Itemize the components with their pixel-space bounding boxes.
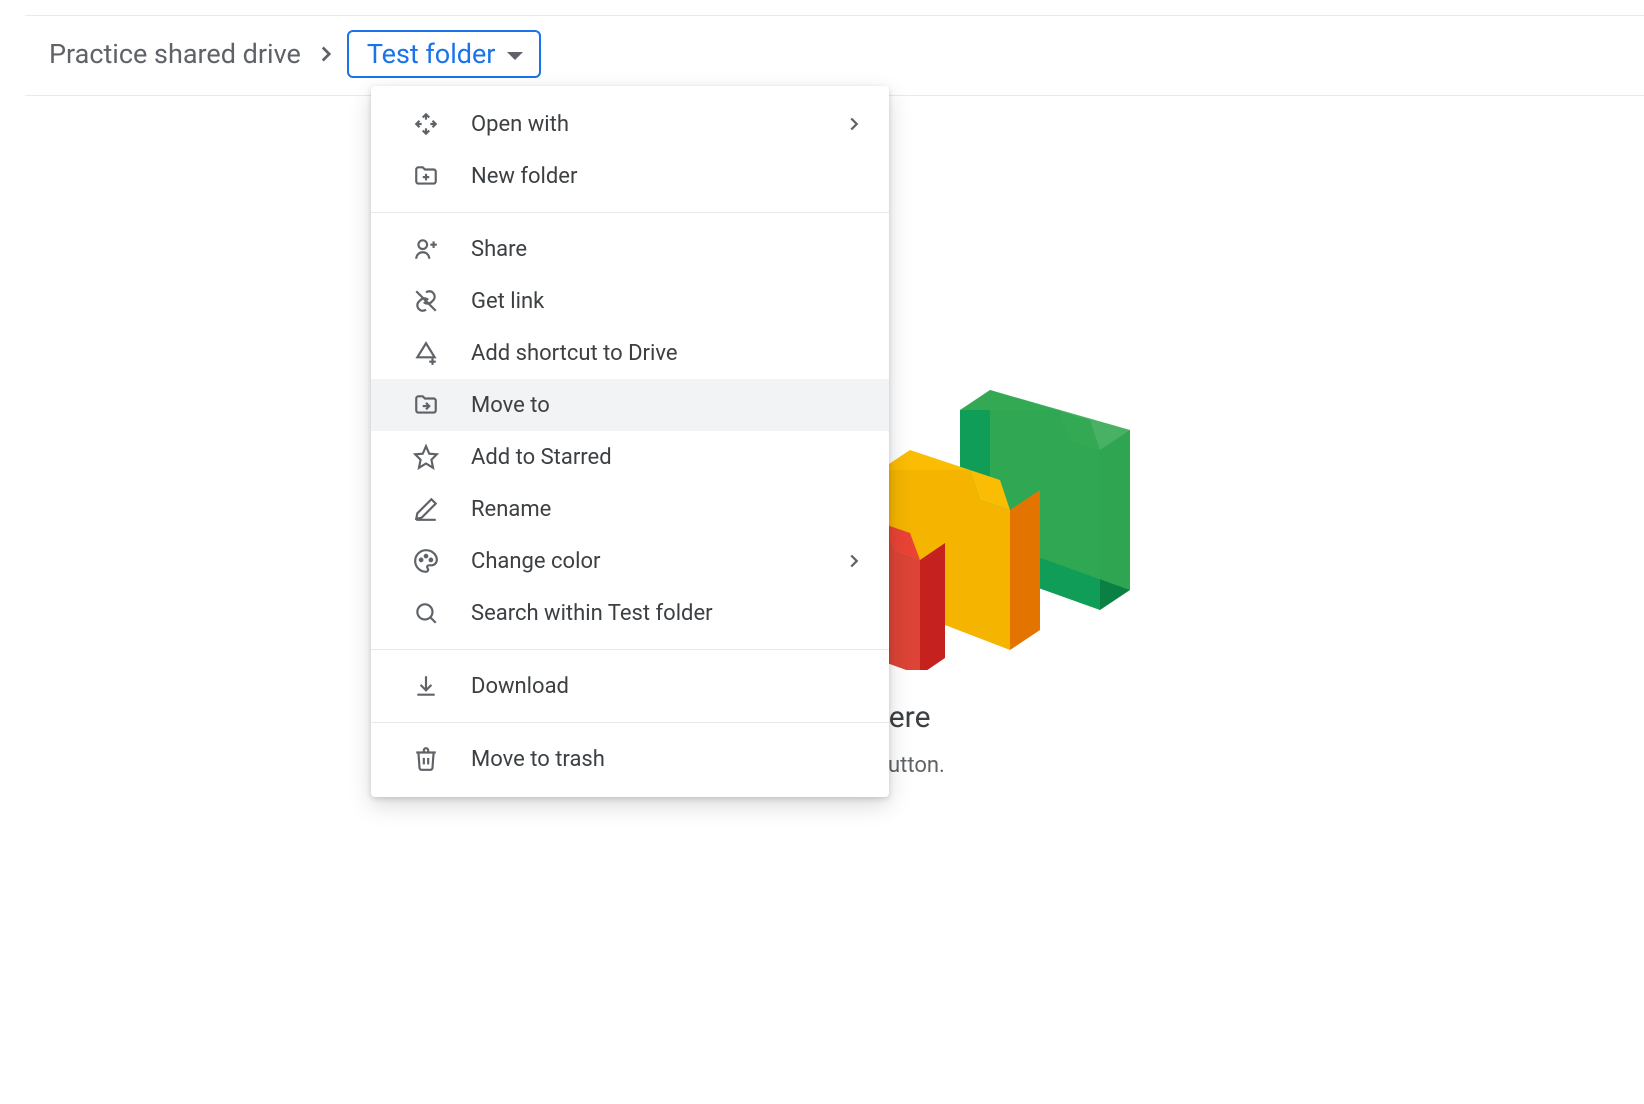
- menu-rename-label: Rename: [471, 497, 865, 522]
- share-icon: [411, 234, 441, 264]
- menu-get-link-label: Get link: [471, 289, 865, 314]
- open-with-icon: [411, 109, 441, 139]
- menu-separator: [371, 722, 889, 723]
- menu-add-starred-label: Add to Starred: [471, 445, 865, 470]
- chevron-right-icon: [843, 550, 865, 572]
- menu-rename[interactable]: Rename: [371, 483, 889, 535]
- menu-share[interactable]: Share: [371, 223, 889, 275]
- top-divider: [25, 15, 1644, 16]
- menu-move-trash[interactable]: Move to trash: [371, 733, 889, 785]
- menu-add-starred[interactable]: Add to Starred: [371, 431, 889, 483]
- menu-move-to[interactable]: Move to: [371, 379, 889, 431]
- rename-icon: [411, 494, 441, 524]
- chevron-right-icon: [313, 41, 339, 67]
- menu-download-label: Download: [471, 674, 865, 699]
- star-icon: [411, 442, 441, 472]
- menu-add-shortcut[interactable]: Add shortcut to Drive: [371, 327, 889, 379]
- menu-move-trash-label: Move to trash: [471, 747, 865, 772]
- menu-new-folder-label: New folder: [471, 164, 865, 189]
- menu-search-within-label: Search within Test folder: [471, 601, 865, 626]
- menu-move-to-label: Move to: [471, 393, 865, 418]
- trash-icon: [411, 744, 441, 774]
- breadcrumb: Practice shared drive Test folder: [45, 30, 541, 78]
- menu-search-within[interactable]: Search within Test folder: [371, 587, 889, 639]
- search-icon: [411, 598, 441, 628]
- menu-open-with-label: Open with: [471, 112, 843, 137]
- drive-shortcut-icon: [411, 338, 441, 368]
- folder-context-menu: Open with New folder Share: [371, 86, 889, 797]
- new-folder-icon: [411, 161, 441, 191]
- menu-download[interactable]: Download: [371, 660, 889, 712]
- dropdown-triangle-icon: [507, 52, 523, 60]
- download-icon: [411, 671, 441, 701]
- menu-new-folder[interactable]: New folder: [371, 150, 889, 202]
- chevron-right-icon: [843, 113, 865, 135]
- breadcrumb-current-label: Test folder: [367, 38, 496, 70]
- palette-icon: [411, 546, 441, 576]
- menu-add-shortcut-label: Add shortcut to Drive: [471, 341, 865, 366]
- menu-separator: [371, 212, 889, 213]
- move-to-icon: [411, 390, 441, 420]
- breadcrumb-root[interactable]: Practice shared drive: [45, 32, 305, 76]
- link-off-icon: [411, 286, 441, 316]
- menu-separator: [371, 649, 889, 650]
- menu-change-color[interactable]: Change color: [371, 535, 889, 587]
- menu-open-with[interactable]: Open with: [371, 98, 889, 150]
- breadcrumb-current-folder[interactable]: Test folder: [347, 30, 542, 78]
- menu-share-label: Share: [471, 237, 865, 262]
- menu-get-link[interactable]: Get link: [371, 275, 889, 327]
- menu-change-color-label: Change color: [471, 549, 843, 574]
